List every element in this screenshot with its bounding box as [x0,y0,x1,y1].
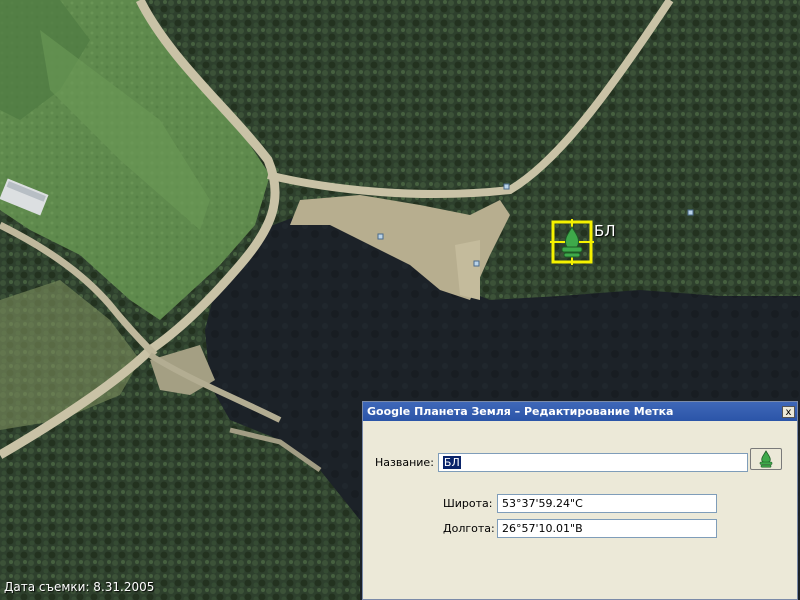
longitude-label: Долгота: [443,522,495,535]
campfire-icon [561,225,583,258]
edit-placemark-dialog: Google Планета Земля – Редактирование Ме… [362,401,798,600]
latitude-field[interactable]: 53°37'59.24"С [497,494,717,513]
name-field[interactable]: БЛ [437,453,748,472]
name-value: БЛ [442,456,461,469]
close-button[interactable]: x [782,405,795,418]
name-label: Название: [375,456,434,469]
longitude-field[interactable]: 26°57'10.01"В [497,519,717,538]
latitude-label: Широта: [443,497,493,510]
placemark-label[interactable]: БЛ [594,222,616,240]
campfire-icon [759,450,773,468]
placemark-selection-frame[interactable] [550,219,594,265]
dialog-titlebar[interactable]: Google Планета Земля – Редактирование Ме… [363,402,797,421]
dialog-title: Google Планета Земля – Редактирование Ме… [367,405,674,418]
placemark-icon-button[interactable] [750,448,782,470]
capture-date-label: Дата съемки: 8.31.2005 [4,580,155,594]
